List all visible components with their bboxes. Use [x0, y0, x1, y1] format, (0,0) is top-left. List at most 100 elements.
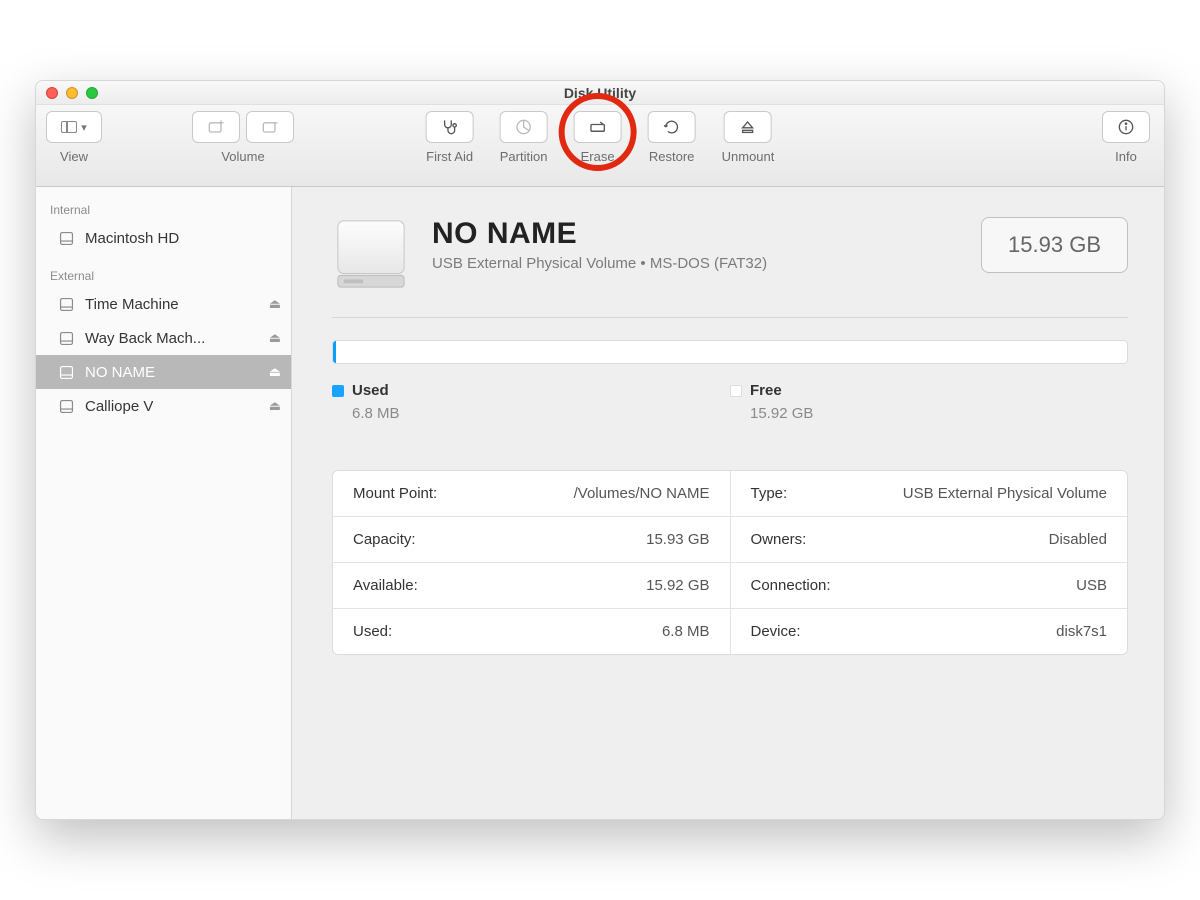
info-key: Available:: [353, 577, 418, 594]
usage-bar: [332, 340, 1128, 364]
main-pane: NO NAME USB External Physical Volume • M…: [292, 187, 1164, 819]
volume-label: Volume: [221, 149, 264, 164]
volume-remove-icon: [260, 117, 280, 137]
sidebar-item-label: Macintosh HD: [85, 230, 179, 247]
info-key: Connection:: [751, 577, 831, 594]
sidebar-item-way-back-mach-[interactable]: Way Back Mach... ⏏: [36, 321, 291, 355]
content-area: Internal Macintosh HD External Time Mach…: [36, 187, 1164, 819]
titlebar: Disk Utility: [36, 81, 1164, 105]
sidebar-section-external: External: [36, 263, 291, 287]
toolbar-group-partition: Partition: [500, 105, 548, 164]
info-key: Mount Point:: [353, 485, 437, 502]
info-row: Connection: USB: [731, 563, 1128, 609]
usage-bar-used-segment: [333, 341, 336, 363]
volume-subtitle: USB External Physical Volume • MS-DOS (F…: [432, 255, 767, 272]
sidebar-item-calliope-v[interactable]: Calliope V ⏏: [36, 389, 291, 423]
partition-label: Partition: [500, 149, 548, 164]
toolbar-group-restore: Restore: [648, 105, 696, 164]
remove-volume-button[interactable]: [246, 111, 294, 143]
restore-icon: [662, 117, 682, 137]
chevron-down-icon: ▾: [81, 121, 87, 134]
zoom-window-button[interactable]: [86, 87, 98, 99]
info-value: disk7s1: [1056, 623, 1107, 640]
info-key: Device:: [751, 623, 801, 640]
eject-icon: [738, 117, 758, 137]
toolbar-group-erase: Erase: [574, 105, 622, 164]
free-value: 15.92 GB: [750, 405, 1128, 422]
info-row: Device: disk7s1: [731, 609, 1128, 654]
info-label: Info: [1115, 149, 1137, 164]
info-row: Owners: Disabled: [731, 517, 1128, 563]
volume-name: NO NAME: [432, 217, 767, 251]
volume-title-block: NO NAME USB External Physical Volume • M…: [432, 217, 767, 272]
toolbar-group-view: ▾ View: [46, 105, 102, 164]
window-controls: [46, 87, 98, 99]
window-title: Disk Utility: [564, 85, 636, 101]
add-volume-button[interactable]: [192, 111, 240, 143]
disk-utility-window: Disk Utility ▾ View: [35, 80, 1165, 820]
unmount-button[interactable]: [724, 111, 772, 143]
used-value: 6.8 MB: [352, 405, 730, 422]
sidebar: Internal Macintosh HD External Time Mach…: [36, 187, 292, 819]
toolbar: ▾ View Volume: [36, 105, 1164, 187]
info-button[interactable]: [1102, 111, 1150, 143]
info-value: 15.93 GB: [646, 531, 709, 548]
info-key: Type:: [751, 485, 788, 502]
first-aid-button[interactable]: [426, 111, 474, 143]
volume-header: NO NAME USB External Physical Volume • M…: [332, 217, 1128, 291]
erase-label: Erase: [581, 149, 615, 164]
volume-add-icon: [206, 117, 226, 137]
divider: [332, 317, 1128, 318]
toolbar-group-first-aid: First Aid: [426, 105, 474, 164]
close-window-button[interactable]: [46, 87, 58, 99]
sidebar-item-label: Way Back Mach...: [85, 330, 205, 347]
info-icon: [1116, 117, 1136, 137]
sidebar-item-time-machine[interactable]: Time Machine⏏: [36, 287, 291, 321]
swatch-used-icon: [332, 385, 344, 397]
partition-button[interactable]: [500, 111, 548, 143]
used-label: Used: [332, 382, 730, 399]
eject-icon[interactable]: ⏏: [269, 330, 281, 346]
capacity-badge: 15.93 GB: [981, 217, 1128, 273]
first-aid-label: First Aid: [426, 149, 473, 164]
drive-illustration-icon: [332, 217, 410, 291]
info-value: USB: [1076, 577, 1107, 594]
erase-icon: [588, 117, 608, 137]
free-label-text: Free: [750, 382, 782, 399]
toolbar-group-info: Info: [1102, 105, 1150, 164]
info-value: Disabled: [1049, 531, 1107, 548]
erase-button[interactable]: [574, 111, 622, 143]
stethoscope-icon: [440, 117, 460, 137]
sidebar-item-no-name[interactable]: NO NAME ⏏: [36, 355, 291, 389]
info-value: /Volumes/NO NAME: [574, 485, 710, 502]
info-row: Mount Point: /Volumes/NO NAME: [333, 471, 730, 517]
eject-icon[interactable]: ⏏: [269, 296, 281, 312]
view-button[interactable]: ▾: [46, 111, 102, 143]
free-label: Free: [730, 382, 1128, 399]
info-row: Used:6.8 MB: [333, 609, 730, 654]
minimize-window-button[interactable]: [66, 87, 78, 99]
sidebar-icon: [61, 121, 77, 133]
info-key: Capacity:: [353, 531, 416, 548]
eject-icon[interactable]: ⏏: [269, 364, 281, 380]
sidebar-item-macintosh-hd[interactable]: Macintosh HD: [36, 221, 291, 255]
info-key: Owners:: [751, 531, 807, 548]
unmount-label: Unmount: [722, 149, 775, 164]
info-value: USB External Physical Volume: [903, 485, 1107, 502]
swatch-free-icon: [730, 385, 742, 397]
toolbar-group-volume: Volume: [192, 105, 294, 164]
info-value: 15.92 GB: [646, 577, 709, 594]
info-table: Mount Point: /Volumes/NO NAME Capacity: 15.…: [332, 470, 1128, 655]
pie-icon: [514, 117, 534, 137]
sidebar-section-internal: Internal: [36, 197, 291, 221]
toolbar-group-unmount: Unmount: [722, 105, 775, 164]
info-value: 6.8 MB: [662, 623, 710, 640]
eject-icon[interactable]: ⏏: [269, 398, 281, 414]
info-row: Available: 15.92 GB: [333, 563, 730, 609]
info-row: Type: USB External Physical Volume: [731, 471, 1128, 517]
sidebar-item-label: NO NAME: [85, 364, 155, 381]
view-label: View: [60, 149, 88, 164]
sidebar-item-label: Calliope V: [85, 398, 153, 415]
usage-legend: Used 6.8 MB Free 15.92 GB: [332, 382, 1128, 422]
restore-button[interactable]: [648, 111, 696, 143]
